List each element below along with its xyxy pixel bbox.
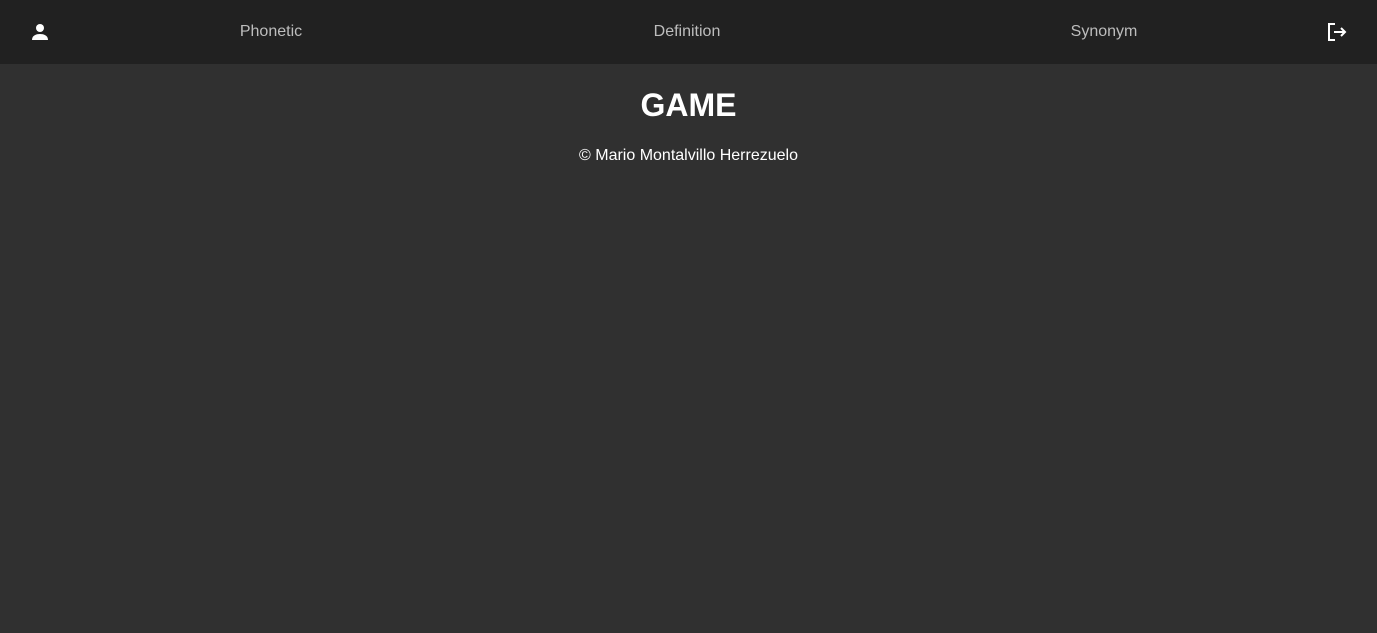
logout-icon-graphic	[1328, 23, 1347, 41]
logout-icon[interactable]	[1325, 20, 1349, 44]
person-icon[interactable]	[28, 20, 52, 44]
copyright-text: © Mario Montalvillo Herrezuelo	[579, 147, 798, 164]
main-content: GAME © Mario Montalvillo Herrezuelo	[0, 64, 1377, 633]
nav-link-synonym[interactable]: Synonym	[1004, 22, 1204, 42]
nav-link-definition[interactable]: Definition	[587, 22, 787, 42]
person-icon-graphic	[32, 24, 48, 40]
nav-link-phonetic[interactable]: Phonetic	[171, 22, 371, 42]
top-navbar: Phonetic Definition Synonym	[0, 0, 1377, 64]
page-title: GAME	[640, 87, 737, 123]
